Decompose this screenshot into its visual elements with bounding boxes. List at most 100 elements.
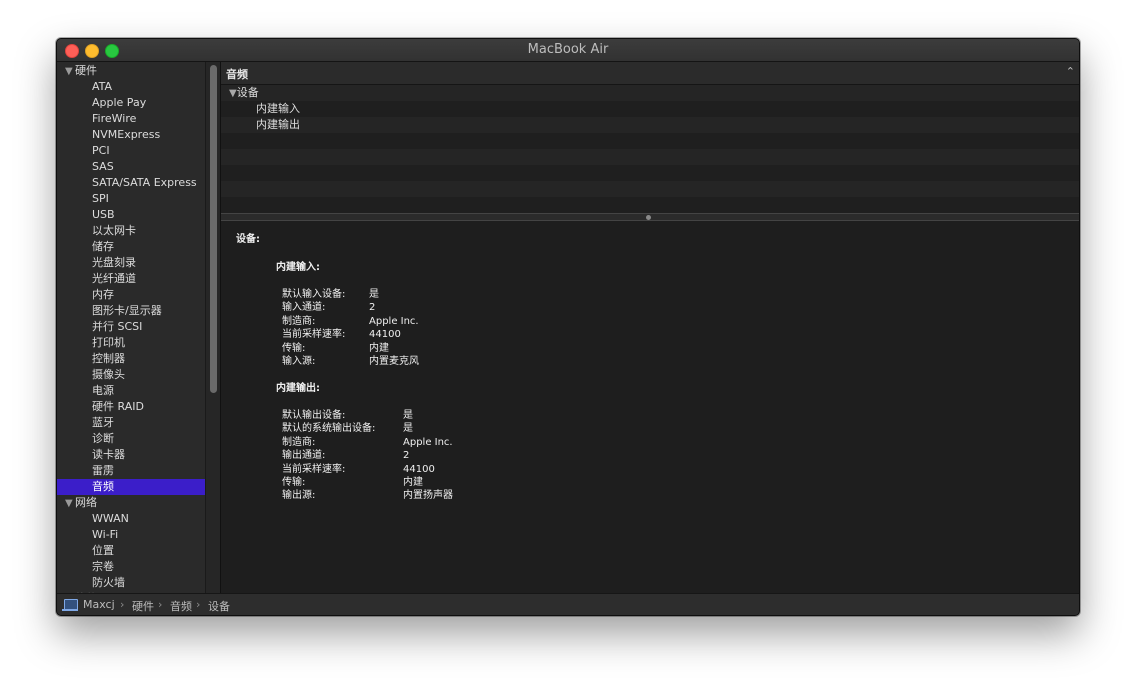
sidebar-item-label: 光盘刻录: [92, 256, 136, 269]
sidebar-item[interactable]: 电源: [57, 383, 205, 399]
detail-value: 44100: [403, 463, 435, 475]
sidebar-item[interactable]: NVMExpress: [57, 127, 205, 143]
path-bar-item[interactable]: 硬件: [132, 598, 154, 614]
sidebar-item[interactable]: WWAN: [57, 511, 205, 527]
device-name: 内建输入: [256, 102, 300, 115]
grip-dot-icon: [646, 215, 651, 220]
sidebar-scrollbar[interactable]: [205, 62, 221, 593]
empty-list-row: [221, 197, 1079, 213]
detail-key: 输出源:: [282, 490, 316, 502]
sidebar-item[interactable]: 打印机: [57, 335, 205, 351]
sidebar-item-label: 内存: [92, 288, 114, 301]
sidebar-item[interactable]: 诊断: [57, 431, 205, 447]
detail-title: 设备:: [236, 234, 260, 245]
title-bar[interactable]: MacBook Air: [57, 39, 1079, 62]
path-bar-item[interactable]: 设备: [208, 598, 230, 614]
window-title: MacBook Air: [527, 42, 609, 57]
sidebar-item[interactable]: SAS: [57, 159, 205, 175]
detail-key: 输入通道:: [282, 302, 326, 314]
sidebar-item-label: 读卡器: [92, 448, 125, 461]
pane-split-handle[interactable]: [221, 213, 1079, 221]
sidebar-item[interactable]: 图形卡/显示器: [57, 303, 205, 319]
sidebar-scrollbar-thumb[interactable]: [210, 65, 217, 393]
sidebar-item-label: 音频: [92, 480, 114, 493]
sidebar-item[interactable]: ATA: [57, 79, 205, 95]
detail-value: 是: [369, 289, 379, 300]
sidebar-item[interactable]: 内存: [57, 287, 205, 303]
path-bar-item[interactable]: Maxcj: [83, 598, 115, 611]
detail-value: Apple Inc.: [369, 315, 419, 327]
sidebar-item-label: 防火墙: [92, 576, 125, 589]
device-list-row[interactable]: 内建输出: [221, 117, 1079, 133]
sidebar-item[interactable]: 音频: [57, 479, 205, 495]
sidebar-item[interactable]: SPI: [57, 191, 205, 207]
disclosure-triangle-icon[interactable]: ▼: [65, 64, 75, 80]
sidebar-category-label: 硬件: [75, 64, 97, 77]
sidebar-item[interactable]: SATA/SATA Express: [57, 175, 205, 191]
sidebar-item[interactable]: 并行 SCSI: [57, 319, 205, 335]
detail-value: 44100: [369, 329, 401, 341]
detail-value: Apple Inc.: [403, 436, 453, 448]
sidebar-item[interactable]: 硬件 RAID: [57, 399, 205, 415]
system-information-window: MacBook Air ▼ 硬件 ATA Apple Pay FireWire NVMEx…: [56, 38, 1080, 616]
sidebar-item[interactable]: 蓝牙: [57, 415, 205, 431]
device-list-row[interactable]: 内建输入: [221, 101, 1079, 117]
sidebar-item[interactable]: Wi-Fi: [57, 527, 205, 543]
chevron-right-icon: ›: [158, 598, 163, 611]
content-pane: 音频 ⌃ ▼设备 内建输入 内建输出 设备: 内建输入: 默认输入设备: 是输入通道: 2 制…: [221, 62, 1079, 593]
sidebar-tree: ▼ 硬件 ATA Apple Pay FireWire NVMExpress PCI SAS S…: [57, 62, 205, 593]
disclosure-triangle-icon[interactable]: ▼: [229, 88, 237, 99]
device-detail: 设备: 内建输入: 默认输入设备: 是输入通道: 2 制造商: Apple Inc. 当前采样…: [221, 222, 1079, 593]
sidebar-item-label: 雷雳: [92, 464, 114, 477]
detail-value: 是: [403, 423, 413, 435]
sidebar-item[interactable]: 宗卷: [57, 559, 205, 575]
device-group-label: ▼设备: [229, 85, 259, 102]
sidebar-item[interactable]: 雷雳: [57, 463, 205, 479]
input-section-title: 内建输入:: [276, 262, 320, 273]
chevron-right-icon: ›: [196, 598, 201, 611]
sidebar-item[interactable]: FireWire: [57, 111, 205, 127]
sidebar-item-label: Wi-Fi: [92, 528, 119, 541]
sidebar-item-label: 宗卷: [92, 560, 114, 573]
empty-list-row: [221, 181, 1079, 197]
sidebar-category[interactable]: ▼ 网络: [57, 495, 97, 511]
sidebar-item[interactable]: 光盘刻录: [57, 255, 205, 271]
sidebar-item[interactable]: 储存: [57, 239, 205, 255]
detail-key: 当前采样速率:: [282, 329, 346, 341]
sidebar-item[interactable]: 摄像头: [57, 367, 205, 383]
sidebar-item[interactable]: 控制器: [57, 351, 205, 367]
sidebar-item-label: 蓝牙: [92, 416, 114, 429]
path-bar-item[interactable]: 音频: [170, 598, 192, 614]
sidebar-item-label: SPI: [92, 192, 109, 205]
sidebar-item-label: 并行 SCSI: [92, 320, 143, 333]
sidebar-item-label: 位置: [92, 544, 114, 557]
sidebar-item-label: USB: [92, 208, 115, 221]
detail-key: 制造商:: [282, 436, 316, 448]
sidebar-item[interactable]: 位置: [57, 543, 205, 559]
detail-key: 当前采样速率:: [282, 463, 346, 475]
sidebar-item[interactable]: 光纤通道: [57, 271, 205, 287]
sidebar-item-label: 摄像头: [92, 368, 125, 381]
sidebar-item-label: PCI: [92, 144, 110, 157]
sidebar-category[interactable]: ▼ 硬件: [57, 63, 97, 79]
sidebar-item[interactable]: 防火墙: [57, 575, 205, 591]
empty-list-row: [221, 133, 1079, 149]
detail-value: 内置扬声器: [403, 490, 453, 502]
sidebar-item[interactable]: 读卡器: [57, 447, 205, 463]
disclosure-triangle-icon[interactable]: ▼: [65, 496, 75, 512]
detail-key: 输入源:: [282, 356, 316, 367]
content-header[interactable]: 音频 ⌃: [221, 62, 1079, 85]
sidebar-item-label: 光纤通道: [92, 272, 136, 285]
sidebar-item-label: 打印机: [92, 336, 125, 349]
empty-list-row: [221, 165, 1079, 181]
device-list-row[interactable]: ▼设备: [221, 85, 1079, 101]
output-section-title: 内建输出:: [276, 383, 320, 394]
content-header-title: 音频: [226, 68, 248, 81]
sidebar-item[interactable]: USB: [57, 207, 205, 223]
sidebar-item[interactable]: Apple Pay: [57, 95, 205, 111]
sidebar-item[interactable]: PCI: [57, 143, 205, 159]
chevron-up-icon[interactable]: ⌃: [1066, 65, 1075, 78]
detail-value: 是: [403, 410, 413, 421]
sidebar-item[interactable]: 以太网卡: [57, 223, 205, 239]
detail-value: 内建: [403, 477, 423, 488]
